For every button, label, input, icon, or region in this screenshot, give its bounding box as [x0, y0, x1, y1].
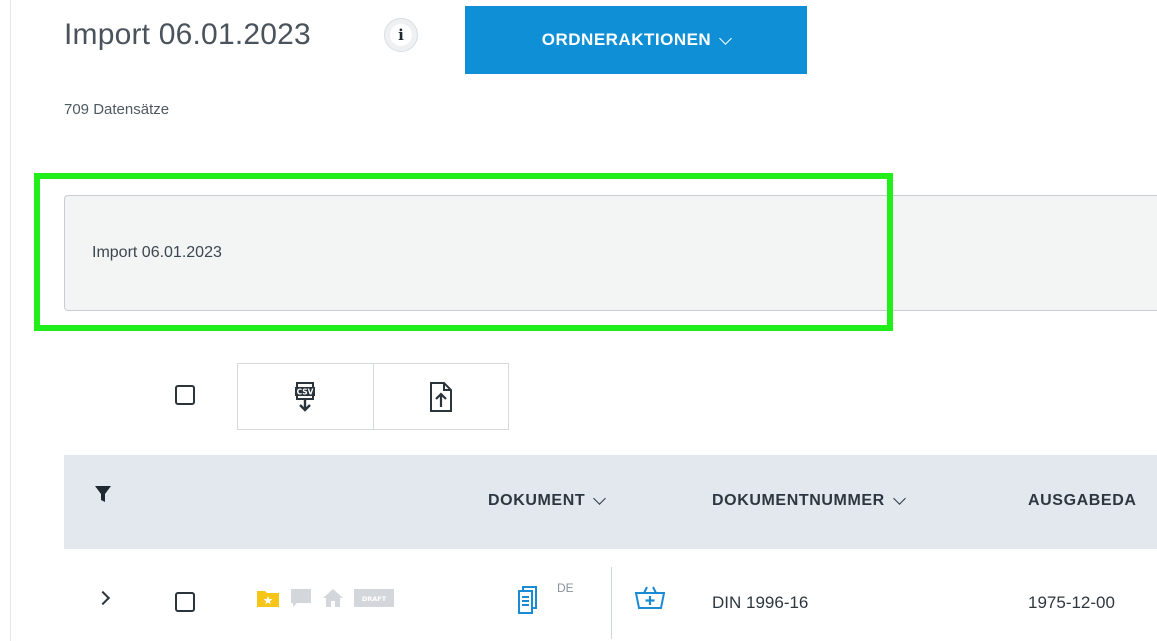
chevron-down-icon [593, 491, 607, 505]
info-icon[interactable]: i [384, 18, 418, 52]
table-header [64, 455, 1157, 549]
folder-name-input[interactable] [64, 195, 1157, 311]
select-all-checkbox[interactable] [175, 385, 195, 405]
column-header-dokument[interactable]: DOKUMENT [488, 491, 607, 510]
svg-text:CSV: CSV [297, 387, 314, 396]
export-toolbar: CSV [237, 363, 509, 430]
page-title: Import 06.01.2023 [64, 18, 311, 51]
left-divider [10, 0, 11, 641]
draft-badge-icon: DRAFT [354, 589, 394, 607]
folder-actions-button[interactable]: ORDNERAKTIONEN [465, 6, 807, 74]
upload-button[interactable] [372, 364, 509, 429]
folder-actions-label: ORDNERAKTIONEN [541, 30, 712, 49]
status-icons: DRAFT [256, 588, 394, 608]
column-label: DOKUMENT [488, 492, 586, 509]
column-label: DOKUMENTNUMMER [712, 492, 885, 509]
document-icon[interactable] [516, 586, 540, 614]
upload-file-icon [429, 381, 452, 412]
row-checkbox[interactable] [175, 592, 195, 612]
column-header-ausgabedatum[interactable]: AUSGABEDA [1028, 492, 1137, 510]
record-count: 709 Datensätze [64, 101, 170, 118]
language-badge: DE [557, 581, 574, 595]
home-icon [323, 589, 343, 607]
document-number-cell[interactable]: DIN 1996-16 [712, 593, 808, 613]
favorite-folder-icon [257, 591, 279, 607]
chevron-down-icon [719, 31, 733, 45]
cell-divider [611, 567, 612, 639]
issue-date-cell: 1975-12-00 [1028, 593, 1115, 612]
draft-badge-label: DRAFT [362, 595, 387, 603]
chevron-down-icon [892, 491, 906, 505]
column-label: AUSGABEDA [1028, 492, 1137, 509]
filter-icon[interactable] [94, 485, 112, 503]
csv-export-icon: CSV [295, 381, 316, 412]
comment-icon [291, 589, 311, 607]
csv-export-button[interactable]: CSV [238, 364, 373, 429]
column-header-dokumentnummer[interactable]: DOKUMENTNUMMER [712, 491, 906, 510]
add-to-basket-icon[interactable] [635, 586, 665, 610]
